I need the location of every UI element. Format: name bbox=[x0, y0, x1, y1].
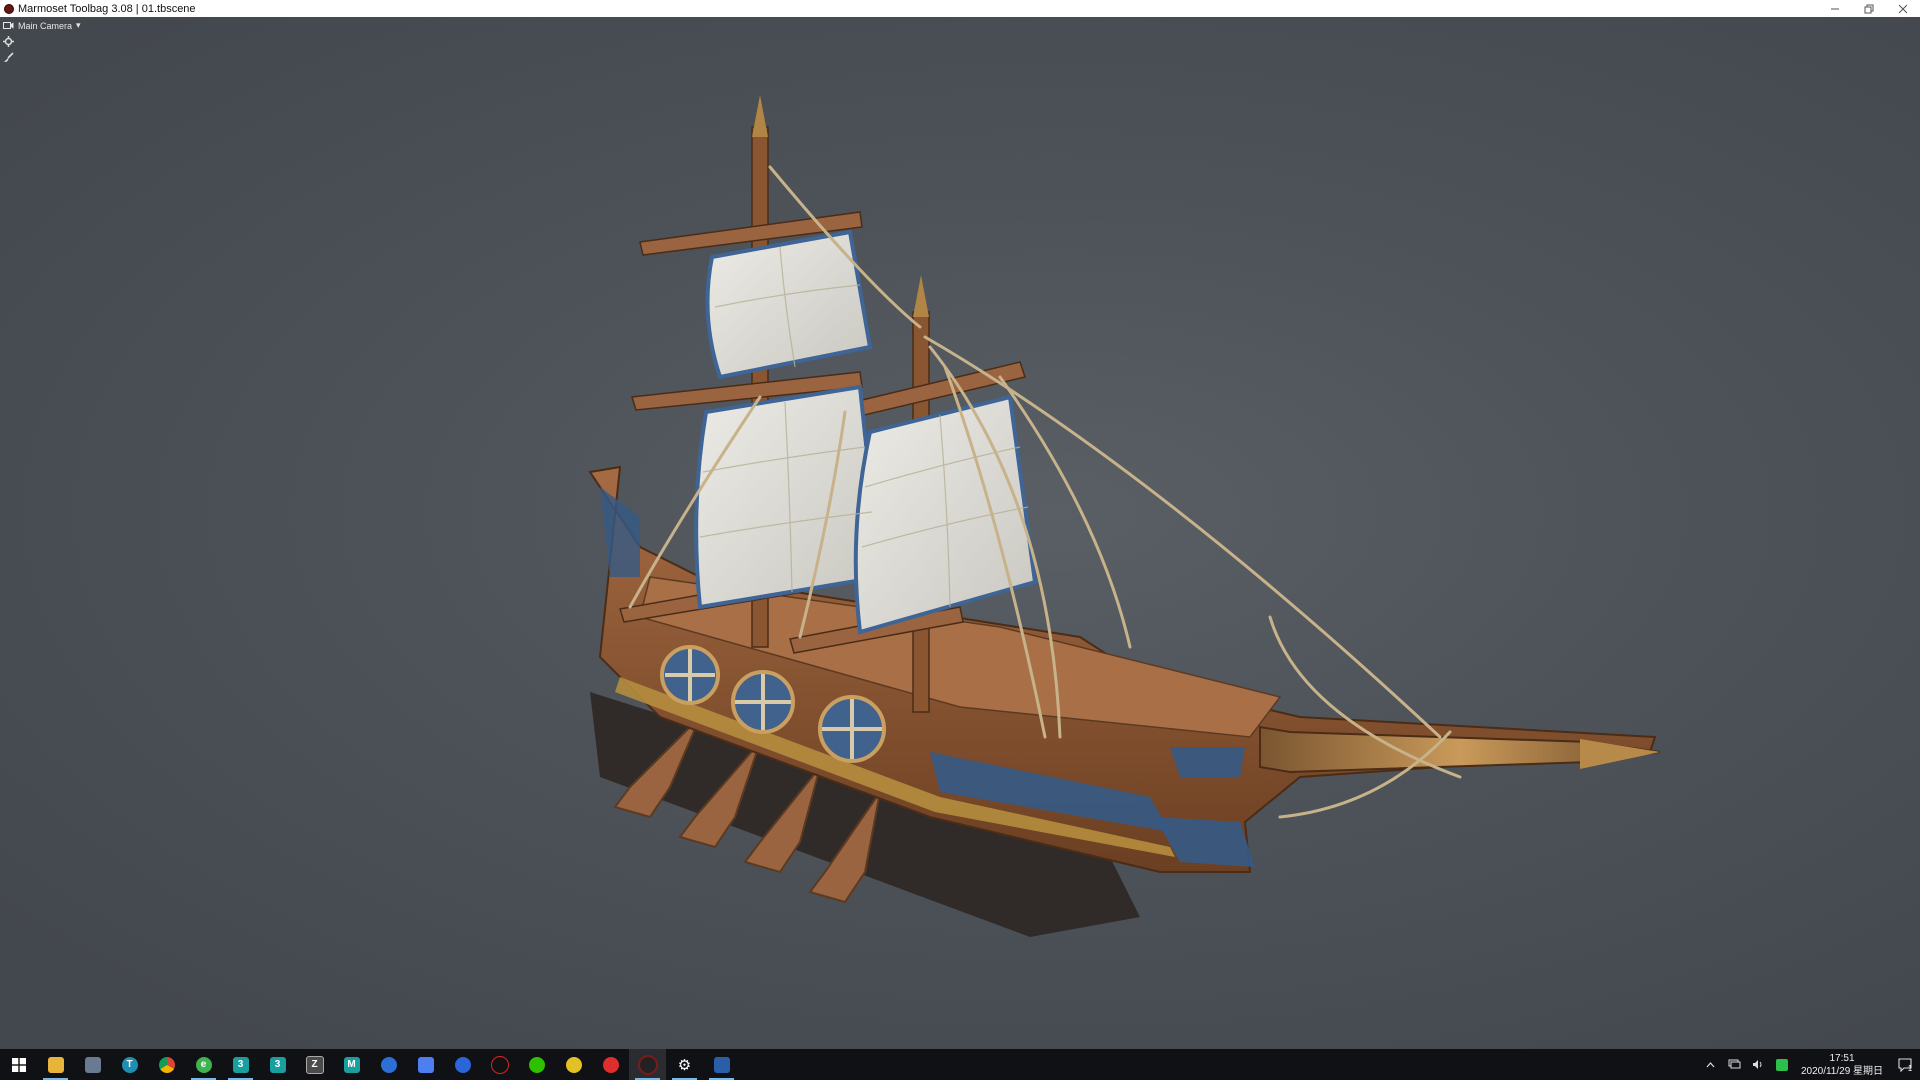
viewport-camera-selector[interactable]: Main Camera ▾ bbox=[3, 20, 81, 31]
feishu-icon bbox=[417, 1056, 434, 1073]
taskbar-blue-app[interactable] bbox=[370, 1049, 407, 1080]
taskbar-browser-t[interactable]: T bbox=[111, 1049, 148, 1080]
baidu-netdisk-icon bbox=[454, 1056, 471, 1073]
remote-desktop-icon bbox=[713, 1056, 730, 1073]
360-browser-icon: e bbox=[195, 1056, 212, 1073]
3d-viewport[interactable]: Main Camera ▾ bbox=[0, 17, 1920, 1049]
minimize-button[interactable] bbox=[1818, 0, 1852, 17]
start-button[interactable] bbox=[0, 1049, 37, 1080]
action-center-button[interactable]: 1 bbox=[1890, 1056, 1920, 1073]
windows-logo-icon bbox=[11, 1057, 26, 1072]
taskbar-yellow-app[interactable] bbox=[555, 1049, 592, 1080]
marmoset-icon bbox=[637, 1054, 658, 1075]
restore-button[interactable] bbox=[1852, 0, 1886, 17]
taskbar-clock[interactable]: 17:51 2020/11/29 星期日 bbox=[1794, 1052, 1890, 1078]
network-icon[interactable] bbox=[1722, 1049, 1746, 1080]
notification-count: 1 bbox=[1907, 1064, 1913, 1073]
yellow-app-icon bbox=[565, 1056, 582, 1073]
window-title: Marmoset Toolbag 3.08 | 01.tbscene bbox=[18, 2, 196, 15]
calculator-icon bbox=[84, 1056, 101, 1073]
blue-circle-app-icon bbox=[380, 1056, 397, 1073]
windows-taskbar: T e 3 3 Z M ⚙ 17:51 2020/11/29 星期日 1 bbox=[0, 1049, 1920, 1080]
input-method-icon[interactable] bbox=[1770, 1049, 1794, 1080]
clock-time: 17:51 bbox=[1829, 1052, 1855, 1064]
chrome-icon bbox=[158, 1056, 175, 1073]
tray-overflow-chevron-up-icon[interactable] bbox=[1698, 1049, 1722, 1080]
taskbar-qq[interactable] bbox=[481, 1049, 518, 1080]
chevron-down-icon: ▾ bbox=[76, 20, 81, 30]
taskbar-marmoset[interactable] bbox=[629, 1049, 666, 1080]
taskbar-chrome[interactable] bbox=[148, 1049, 185, 1080]
clock-date: 2020/11/29 星期日 bbox=[1800, 1065, 1884, 1077]
camera-label: Main Camera bbox=[18, 20, 73, 31]
taskbar-3dsmax-a[interactable]: 3 bbox=[222, 1049, 259, 1080]
taskbar-feishu[interactable] bbox=[407, 1049, 444, 1080]
taskbar-remote-desktop[interactable] bbox=[703, 1049, 740, 1080]
taskbar-netease-music[interactable] bbox=[592, 1049, 629, 1080]
wechat-icon bbox=[528, 1056, 545, 1073]
taskbar-settings[interactable]: ⚙ bbox=[666, 1049, 703, 1080]
file-explorer-icon bbox=[47, 1056, 64, 1073]
marmoset-app-icon bbox=[4, 3, 14, 14]
ship-model-render[interactable] bbox=[0, 17, 1920, 1049]
3dsmax-b-icon: 3 bbox=[269, 1056, 286, 1073]
volume-icon[interactable] bbox=[1746, 1049, 1770, 1080]
paint-brush-icon[interactable] bbox=[3, 52, 14, 63]
qq-icon bbox=[490, 1055, 509, 1074]
close-button[interactable] bbox=[1886, 0, 1920, 17]
taskbar-baidu-netdisk[interactable] bbox=[444, 1049, 481, 1080]
close-icon bbox=[1898, 4, 1908, 13]
netease-music-icon bbox=[602, 1056, 619, 1073]
gear-icon[interactable] bbox=[3, 36, 14, 47]
browser-t-icon: T bbox=[121, 1056, 138, 1073]
taskbar-calculator[interactable] bbox=[74, 1049, 111, 1080]
window-controls bbox=[1818, 0, 1920, 17]
title-bar[interactable]: Marmoset Toolbag 3.08 | 01.tbscene bbox=[0, 0, 1920, 17]
camera-icon bbox=[3, 22, 14, 29]
taskbar-3dsmax-b[interactable]: 3 bbox=[259, 1049, 296, 1080]
restore-icon bbox=[1864, 4, 1874, 13]
taskbar-maya[interactable]: M bbox=[333, 1049, 370, 1080]
taskbar-zbrush[interactable]: Z bbox=[296, 1049, 333, 1080]
sogou-input-icon bbox=[1776, 1058, 1788, 1071]
zbrush-icon: Z bbox=[305, 1055, 324, 1074]
system-tray: 17:51 2020/11/29 星期日 1 bbox=[1698, 1049, 1920, 1080]
taskbar-360-browser[interactable]: e bbox=[185, 1049, 222, 1080]
taskbar-file-explorer[interactable] bbox=[37, 1049, 74, 1080]
minimize-icon bbox=[1831, 8, 1839, 9]
maya-icon: M bbox=[343, 1056, 360, 1073]
3dsmax-a-icon: 3 bbox=[232, 1056, 249, 1073]
taskbar-wechat[interactable] bbox=[518, 1049, 555, 1080]
settings-icon: ⚙ bbox=[677, 1056, 692, 1074]
